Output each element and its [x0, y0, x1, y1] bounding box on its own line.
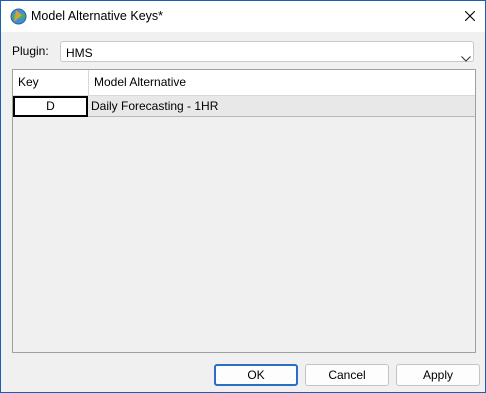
app-globe-icon — [10, 8, 27, 25]
close-button[interactable] — [457, 3, 483, 29]
title-bar[interactable]: Model Alternative Keys* — [1, 1, 485, 32]
column-header-model-alternative[interactable]: Model Alternative — [89, 70, 475, 95]
plugin-dropdown[interactable]: HMS — [60, 41, 474, 62]
plugin-label: Plugin: — [12, 44, 49, 58]
table-header: Key Model Alternative — [13, 70, 475, 96]
keys-table[interactable]: Key Model Alternative D Daily Forecastin… — [12, 69, 476, 353]
table-row[interactable]: D Daily Forecasting - 1HR — [13, 96, 475, 117]
column-header-key[interactable]: Key — [13, 70, 89, 95]
model-alternative-cell[interactable]: Daily Forecasting - 1HR — [91, 96, 218, 116]
apply-button[interactable]: Apply — [396, 364, 480, 386]
chevron-down-icon — [461, 49, 471, 67]
dialog-window: Model Alternative Keys* Plugin: HMS Key … — [0, 0, 486, 393]
key-cell[interactable]: D — [13, 96, 88, 117]
window-title: Model Alternative Keys* — [31, 9, 164, 23]
plugin-selected-value: HMS — [66, 46, 93, 60]
ok-button[interactable]: OK — [214, 364, 298, 386]
close-icon — [465, 11, 475, 21]
cancel-button[interactable]: Cancel — [305, 364, 389, 386]
